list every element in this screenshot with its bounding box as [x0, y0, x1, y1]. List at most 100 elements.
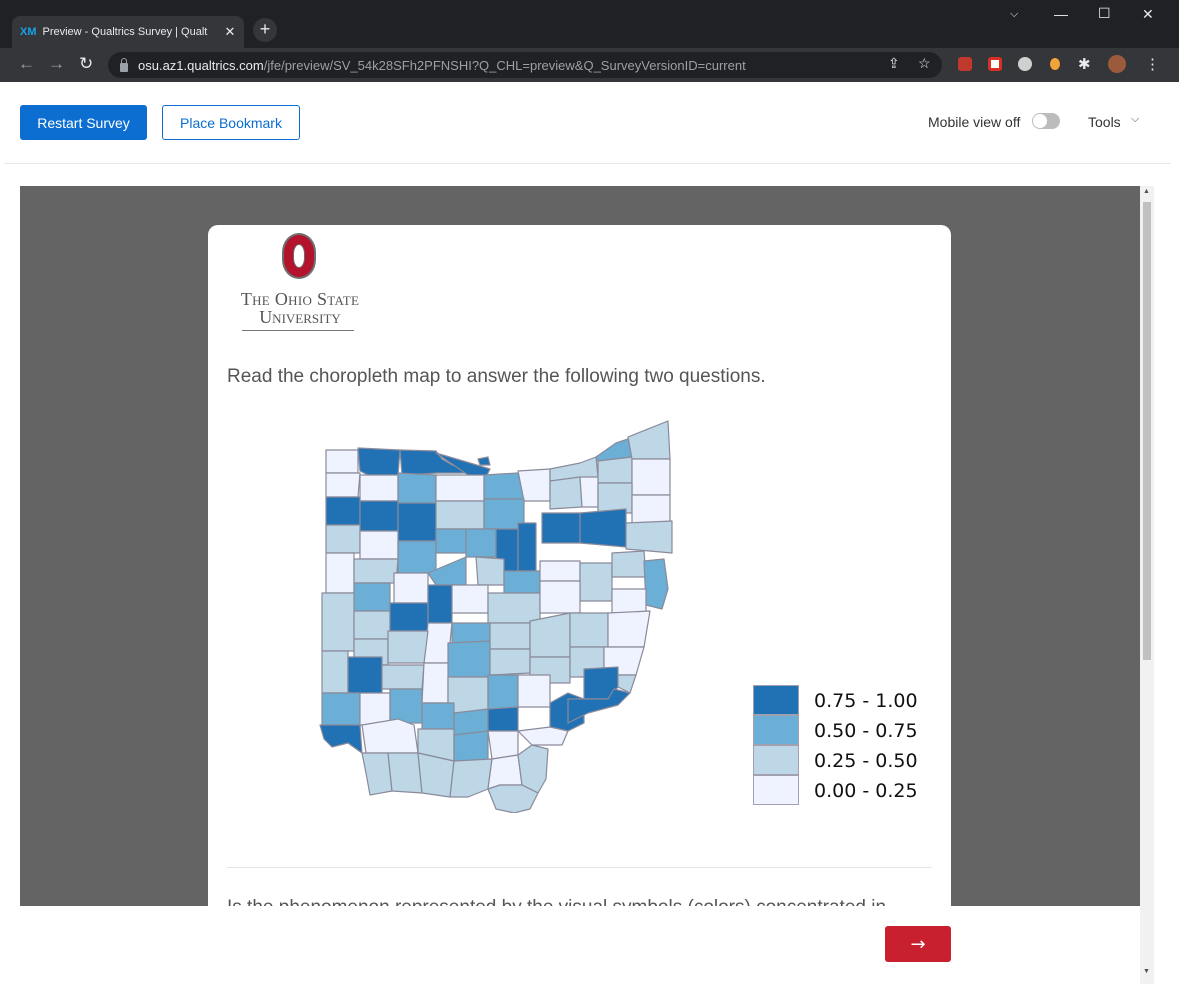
county-highland — [421, 702, 455, 730]
county-fairfield — [489, 622, 531, 650]
county-wood — [397, 472, 437, 506]
survey-frame: The Ohio State University Read the choro… — [4, 164, 1171, 984]
county-seneca — [435, 500, 485, 530]
url-bar[interactable]: osu.az1.qualtrics.com /jfe/preview/SV_54… — [108, 52, 942, 78]
legend-row: 0.25 - 0.50 — [753, 745, 933, 775]
browser-tab[interactable]: XM Preview - Qualtrics Survey | Qualt ✕ — [12, 16, 244, 48]
back-icon[interactable]: ← — [18, 54, 35, 74]
legend-label: 0.50 - 0.75 — [814, 720, 918, 742]
county-warren-n — [381, 664, 425, 690]
county-allen — [359, 530, 399, 560]
scroll-up-icon[interactable]: ▲ — [1143, 188, 1150, 195]
share-icon[interactable]: ⇪ — [888, 55, 900, 72]
maximize-icon[interactable]: ☐ — [1098, 5, 1111, 22]
county-carroll — [611, 550, 647, 578]
legend-label: 0.25 - 0.50 — [814, 750, 918, 772]
county-sandusky — [435, 474, 485, 502]
county-defiance — [325, 472, 361, 498]
survey-card: The Ohio State University Read the choro… — [208, 225, 951, 906]
forward-icon[interactable]: → — [48, 54, 65, 74]
county-summit — [579, 476, 599, 508]
county-putnam — [359, 500, 399, 532]
county-hocking — [489, 648, 531, 676]
county-sw-2 — [387, 752, 423, 794]
extension-icon-3[interactable] — [1018, 57, 1032, 71]
county-perry — [529, 612, 571, 658]
url-path: /jfe/preview/SV_54k28SFh2PFNSHI?Q_CHL=pr… — [263, 57, 746, 73]
next-button[interactable]: → — [885, 926, 951, 962]
county-warren — [359, 692, 391, 726]
county-holmes — [539, 560, 581, 582]
county-union — [427, 584, 453, 624]
gmail-icon[interactable] — [988, 57, 1002, 71]
ohio-choropleth-map — [319, 420, 673, 813]
county-ashland — [517, 522, 537, 572]
extension-icon-4[interactable] — [1050, 58, 1060, 70]
county-wyandot — [435, 528, 467, 554]
county-medina — [549, 476, 583, 510]
extension-icon-1[interactable] — [958, 57, 972, 71]
county-polygons — [319, 420, 673, 813]
chevron-down-icon[interactable]: ⌵ — [1131, 113, 1139, 126]
county-knox — [503, 570, 541, 594]
county-greene — [387, 630, 429, 664]
county-hancock — [397, 502, 437, 542]
legend-swatch — [753, 775, 799, 805]
close-window-icon[interactable]: ✕ — [1142, 6, 1154, 23]
county-mahoning — [631, 494, 671, 524]
county-scioto — [487, 730, 519, 760]
close-tab-icon[interactable]: ✕ — [225, 24, 236, 40]
legend-swatch — [753, 685, 799, 715]
county-van-wert — [325, 524, 361, 554]
county-delaware — [451, 584, 489, 614]
mobile-view-toggle[interactable] — [1032, 113, 1060, 129]
menu-kebab-icon[interactable]: ⋮ — [1145, 55, 1160, 73]
tab-search-icon[interactable]: ⌵ — [1010, 8, 1018, 21]
legend-row: 0.00 - 0.25 — [753, 775, 933, 805]
legend-label: 0.75 - 1.00 — [814, 690, 918, 712]
county-licking — [487, 592, 541, 624]
county-wayne — [541, 512, 581, 544]
tools-menu[interactable]: Tools — [1088, 114, 1121, 130]
county-fayette — [421, 662, 449, 704]
toggle-knob — [1033, 114, 1047, 128]
bookmark-star-icon[interactable]: ☆ — [918, 55, 931, 72]
place-bookmark-button[interactable]: Place Bookmark — [162, 105, 300, 140]
block-o-icon — [282, 233, 316, 279]
scroll-down-icon[interactable]: ▼ — [1143, 968, 1150, 975]
scroll-thumb[interactable] — [1143, 202, 1151, 660]
reload-icon[interactable]: ↻ — [79, 54, 93, 74]
county-sw-4 — [449, 758, 493, 798]
profile-avatar[interactable] — [1108, 55, 1126, 73]
county-henry — [359, 474, 399, 502]
minimize-icon[interactable]: — — [1054, 6, 1068, 22]
county-portage — [597, 482, 633, 514]
county-athens — [517, 674, 551, 708]
legend-row: 0.50 - 0.75 — [753, 715, 933, 745]
county-coshocton — [539, 580, 581, 614]
lock-icon[interactable] — [120, 57, 128, 72]
logo-line-2: University — [259, 307, 341, 327]
legend-label: 0.00 - 0.25 — [814, 780, 918, 802]
county-fulton — [357, 447, 401, 476]
county-montgomery — [347, 656, 383, 694]
county-lake-erie-island — [477, 456, 491, 466]
county-sw-1 — [361, 752, 393, 796]
county-trumbull — [631, 458, 671, 496]
scrollbar[interactable]: ▲ ▼ — [1140, 186, 1154, 984]
extensions-puzzle-icon[interactable]: ✱ — [1078, 55, 1091, 73]
county-jackson — [487, 706, 519, 732]
restart-survey-button[interactable]: Restart Survey — [20, 105, 147, 140]
county-sw-3 — [417, 752, 455, 798]
county-stark — [579, 508, 627, 548]
new-tab-button[interactable]: + — [253, 18, 277, 42]
county-crawford — [465, 528, 497, 558]
county-paulding — [325, 496, 361, 526]
county-sw-7 — [487, 784, 539, 813]
county-pickaway — [447, 640, 491, 678]
county-auglaize — [353, 558, 399, 584]
mobile-view-label: Mobile view off — [928, 114, 1021, 130]
survey-footer: → — [20, 906, 1140, 984]
county-belmont — [607, 610, 651, 648]
qualtrics-xm-icon: XM — [20, 26, 37, 38]
